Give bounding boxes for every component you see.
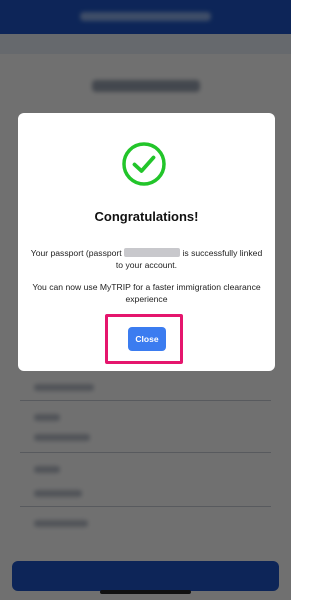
check-circle-icon xyxy=(122,142,166,186)
dialog-message: Your passport (passport is successfully … xyxy=(28,247,265,271)
close-button[interactable]: Close xyxy=(128,327,166,351)
redacted-passport-number xyxy=(124,248,181,257)
dialog-secondary-message: You can now use MyTRIP for a faster immi… xyxy=(32,282,261,304)
dialog-title: Congratulations! xyxy=(94,209,199,224)
home-indicator[interactable] xyxy=(100,590,191,594)
success-dialog: Congratulations! Your passport (passport… xyxy=(18,113,275,371)
message-prefix: Your passport (passport xyxy=(30,248,122,258)
